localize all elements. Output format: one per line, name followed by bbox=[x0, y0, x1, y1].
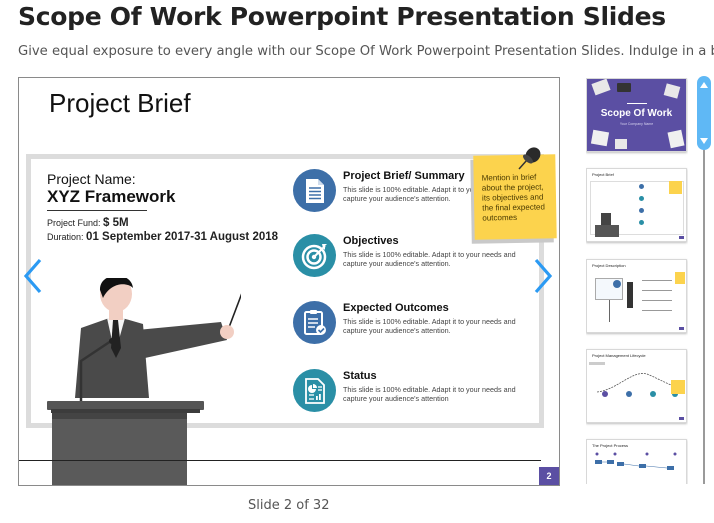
clipboard-check-icon bbox=[293, 301, 336, 344]
slide-title: Project Brief bbox=[49, 88, 191, 118]
item-title: Status bbox=[343, 370, 377, 382]
item-status: Status This slide is 100% editable. Adap… bbox=[293, 369, 553, 413]
item-title: Expected Outcomes bbox=[343, 302, 449, 314]
project-fund: Project Fund: $ 5M bbox=[47, 217, 129, 229]
thumbnail-strip: Scope Of Work Your Company Name Project … bbox=[586, 78, 688, 484]
chevron-left-icon[interactable] bbox=[22, 256, 44, 296]
slide-counter: Slide 2 of 32 bbox=[248, 498, 330, 513]
report-chart-icon bbox=[293, 369, 336, 412]
presenter-illustration bbox=[47, 278, 241, 485]
project-duration: Duration: 01 September 2017-31 August 20… bbox=[47, 231, 278, 243]
project-name-value: XYZ Framework bbox=[47, 187, 176, 206]
thumbnail-title: Project Description bbox=[592, 263, 626, 268]
document-icon bbox=[293, 169, 336, 212]
thumbnail-subtitle: Your Company Name bbox=[619, 122, 654, 126]
item-title: Project Brief/ Summary bbox=[343, 170, 465, 182]
item-description: This slide is 100% editable. Adapt it to… bbox=[343, 385, 516, 403]
target-icon bbox=[293, 234, 336, 277]
thumbnail-slide-1[interactable]: Scope Of Work Your Company Name bbox=[586, 78, 687, 152]
thumbnail-title: Project Brief bbox=[592, 172, 614, 177]
pushpin-icon bbox=[518, 147, 541, 170]
thumbnail-slide-5[interactable]: The Project Process bbox=[586, 439, 687, 484]
duration-value: 01 September 2017-31 August 2018 bbox=[86, 231, 279, 243]
item-objectives: Objectives This slide is 100% editable. … bbox=[293, 234, 553, 278]
duration-label: Duration: bbox=[47, 232, 84, 242]
scrollbar-thumb[interactable] bbox=[697, 76, 711, 150]
fund-value: $ 5M bbox=[103, 217, 129, 229]
slide-baseline bbox=[19, 460, 541, 461]
item-title: Objectives bbox=[343, 235, 399, 247]
item-description: This slide is 100% editable. Adapt it to… bbox=[343, 250, 516, 268]
slide-viewer: Project Brief Project Name: XYZ Framewor… bbox=[18, 77, 560, 486]
project-name-label: Project Name: bbox=[47, 171, 136, 187]
page-description: Give equal exposure to every angle with … bbox=[18, 44, 714, 59]
slide-page-number: 2 bbox=[539, 467, 559, 485]
thumbnail-slide-2[interactable]: Project Brief bbox=[586, 168, 687, 242]
item-description: This slide is 100% editable. Adapt it to… bbox=[343, 317, 516, 335]
scroll-down-icon[interactable] bbox=[700, 138, 708, 144]
item-expected-outcomes: Expected Outcomes This slide is 100% edi… bbox=[293, 301, 553, 345]
divider bbox=[47, 210, 147, 211]
thumbnail-slide-3[interactable]: Project Description bbox=[586, 259, 687, 333]
scroll-up-icon[interactable] bbox=[700, 82, 708, 88]
page-title: Scope Of Work Powerpoint Presentation Sl… bbox=[18, 2, 666, 31]
fund-label: Project Fund: bbox=[47, 218, 101, 228]
sticky-note-text: Mention in brief about the project, its … bbox=[481, 172, 545, 223]
thumbnail-slide-4[interactable]: Project Management Lifecycle bbox=[586, 349, 687, 423]
chevron-right-icon[interactable] bbox=[532, 256, 554, 296]
thumbnail-title: Scope Of Work bbox=[600, 108, 673, 119]
